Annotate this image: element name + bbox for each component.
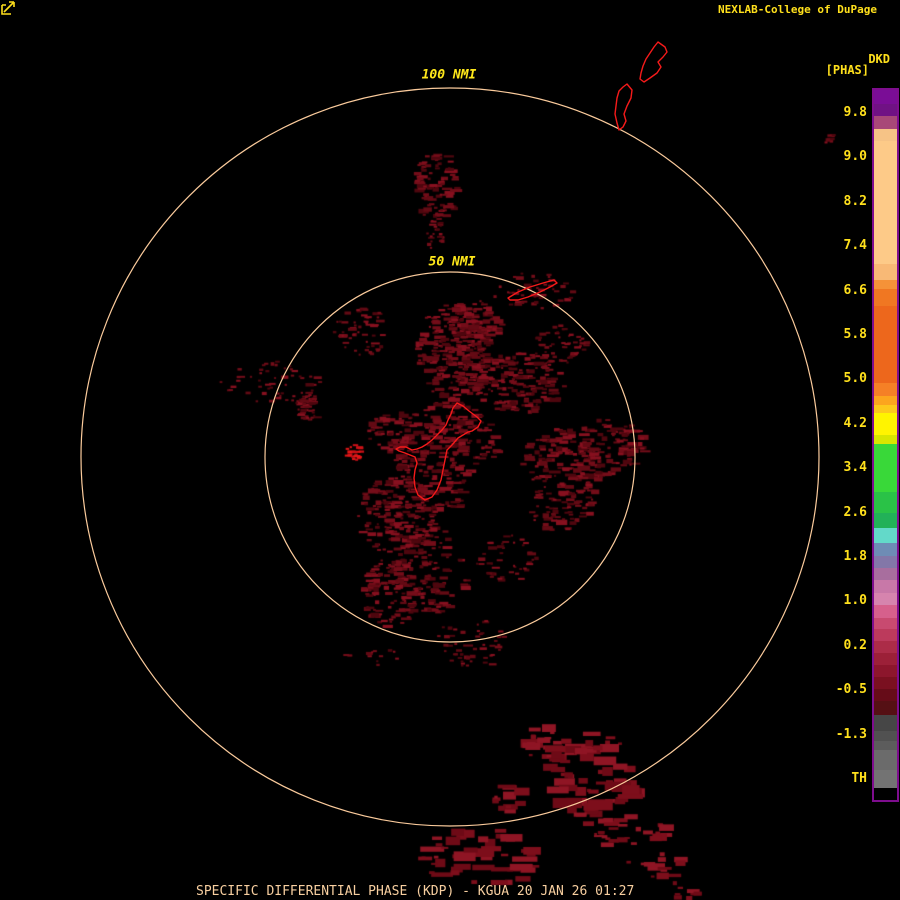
colorbar-segment [874, 592, 897, 605]
colorbar-tick-label: 1.0 [843, 593, 867, 609]
range-ring-50nmi [264, 271, 636, 643]
colorbar-segment [874, 543, 897, 557]
radar-display: NEXLAB-College of DuPage DKD [PHAS] 100 … [0, 0, 900, 900]
brand-text: NEXLAB-College of DuPage [718, 3, 877, 16]
colorbar-segment [874, 617, 897, 630]
colorbar-segment [874, 677, 897, 689]
colorbar-segment [874, 579, 897, 593]
colorbar-segment [874, 491, 897, 514]
colorbar-segment [874, 665, 897, 678]
colorbar-tick-label: 5.8 [843, 327, 867, 342]
colorbar-segment [874, 556, 897, 568]
colorbar-segment [874, 103, 897, 116]
colorbar-tick-label: -1.3 [835, 726, 867, 742]
colorbar-segment [874, 115, 897, 129]
colorbar-segment [874, 528, 897, 544]
colorbar-tick-label: 5.0 [843, 371, 867, 387]
colorbar-segment [874, 435, 897, 444]
colorbar-tick-label: 0.2 [843, 637, 867, 653]
colorbar-tick-label: 7.4 [843, 238, 867, 254]
colorbar-segment [874, 750, 897, 771]
colorbar-segment [874, 770, 897, 789]
colorbar-segment [874, 513, 897, 529]
colorbar-tick-label: 1.8 [843, 549, 867, 564]
colorbar-segment [874, 140, 897, 264]
colorbar-tick-label: 9.0 [843, 149, 867, 165]
product-unit-label: [PHAS] [825, 63, 869, 77]
colorbar-tick-label: 6.6 [843, 282, 867, 298]
island-outline-guam [395, 402, 482, 501]
colorbar-tick-label: TH [851, 771, 867, 786]
colorbar-segment [874, 289, 897, 307]
colorbar-segment [874, 128, 897, 141]
colorbar-segment [874, 688, 897, 701]
island-outline-tinian [614, 83, 633, 131]
colorbar-segment [874, 788, 897, 801]
product-code-label: DKD [868, 52, 890, 66]
colorbar-segment [874, 714, 897, 731]
colorbar-segment [874, 604, 897, 618]
product-caption: SPECIFIC DIFFERENTIAL PHASE (KDP) - KGUA… [196, 884, 635, 899]
range-ring-label-50nmi: 50 NMI [425, 254, 479, 270]
colorbar-segment [874, 629, 897, 642]
colorbar-segment [874, 730, 897, 741]
colorbar-segment [874, 740, 897, 751]
colorbar-segment [874, 413, 897, 436]
island-outline-rota [507, 279, 558, 301]
colorbar-tick-label: 4.2 [843, 415, 867, 431]
colorbar-segment [874, 444, 897, 492]
colorbar-tick-label: 3.4 [843, 460, 867, 476]
colorbar-tick-label: 9.8 [843, 105, 867, 120]
colorbar-segment [874, 653, 897, 666]
range-ring-label-100nmi: 100 NMI [418, 67, 480, 83]
colorbar-segment [874, 306, 897, 383]
colorbar-segment [874, 396, 897, 406]
colorbar-tick-label: -0.5 [835, 682, 867, 698]
colorbar-segment [874, 700, 897, 715]
colorbar [872, 88, 899, 802]
island-outline-saipan [639, 41, 668, 83]
colorbar-segment [874, 405, 897, 414]
colorbar-segment [874, 90, 897, 104]
colorbar-segment [874, 641, 897, 654]
range-ring-100nmi [80, 87, 820, 827]
colorbar-tick-label: 8.2 [843, 193, 867, 209]
colorbar-tick-label: 2.6 [843, 504, 867, 520]
colorbar-segment [874, 567, 897, 580]
colorbar-segment [874, 280, 897, 290]
map-overlay [80, 41, 820, 827]
colorbar-segment [874, 263, 897, 281]
cod-logo-icon [1, 1, 15, 15]
colorbar-segment [874, 382, 897, 397]
